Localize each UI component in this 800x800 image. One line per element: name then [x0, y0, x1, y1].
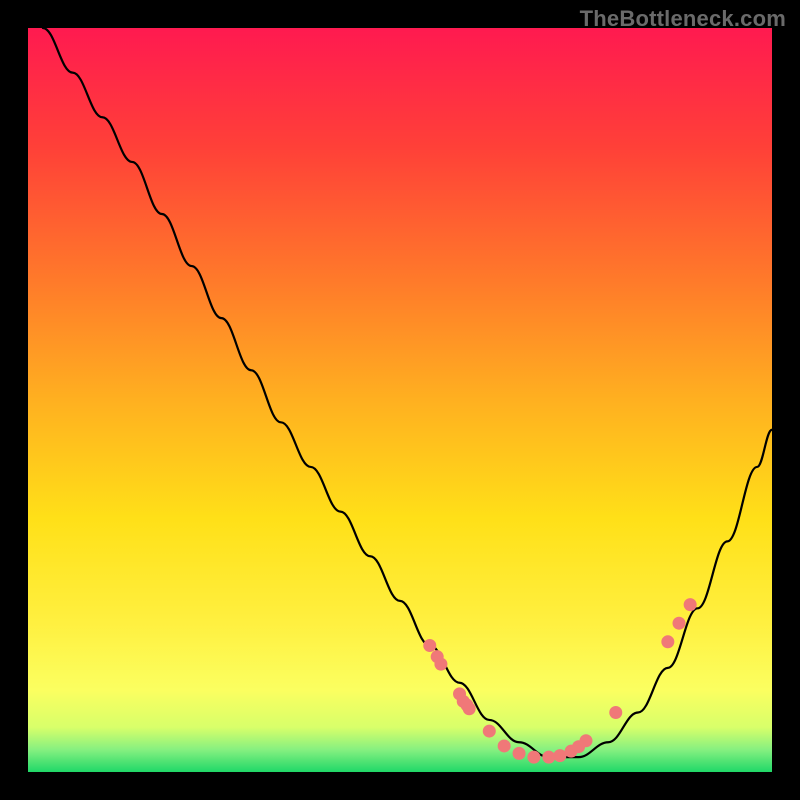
- data-point-marker: [483, 725, 496, 738]
- data-point-marker: [609, 706, 622, 719]
- data-point-marker: [684, 598, 697, 611]
- data-point-marker: [661, 635, 674, 648]
- data-point-marker: [673, 617, 686, 630]
- data-point-marker: [527, 751, 540, 764]
- data-point-marker: [498, 739, 511, 752]
- data-point-marker: [553, 749, 566, 762]
- data-point-marker: [434, 658, 447, 671]
- plot-area: [28, 28, 772, 772]
- chart-frame: TheBottleneck.com: [0, 0, 800, 800]
- data-point-marker: [580, 734, 593, 747]
- gradient-background: [28, 28, 772, 772]
- data-point-marker: [423, 639, 436, 652]
- chart-svg: [28, 28, 772, 772]
- data-point-marker: [542, 751, 555, 764]
- data-point-marker: [513, 747, 526, 760]
- data-point-marker: [463, 702, 476, 715]
